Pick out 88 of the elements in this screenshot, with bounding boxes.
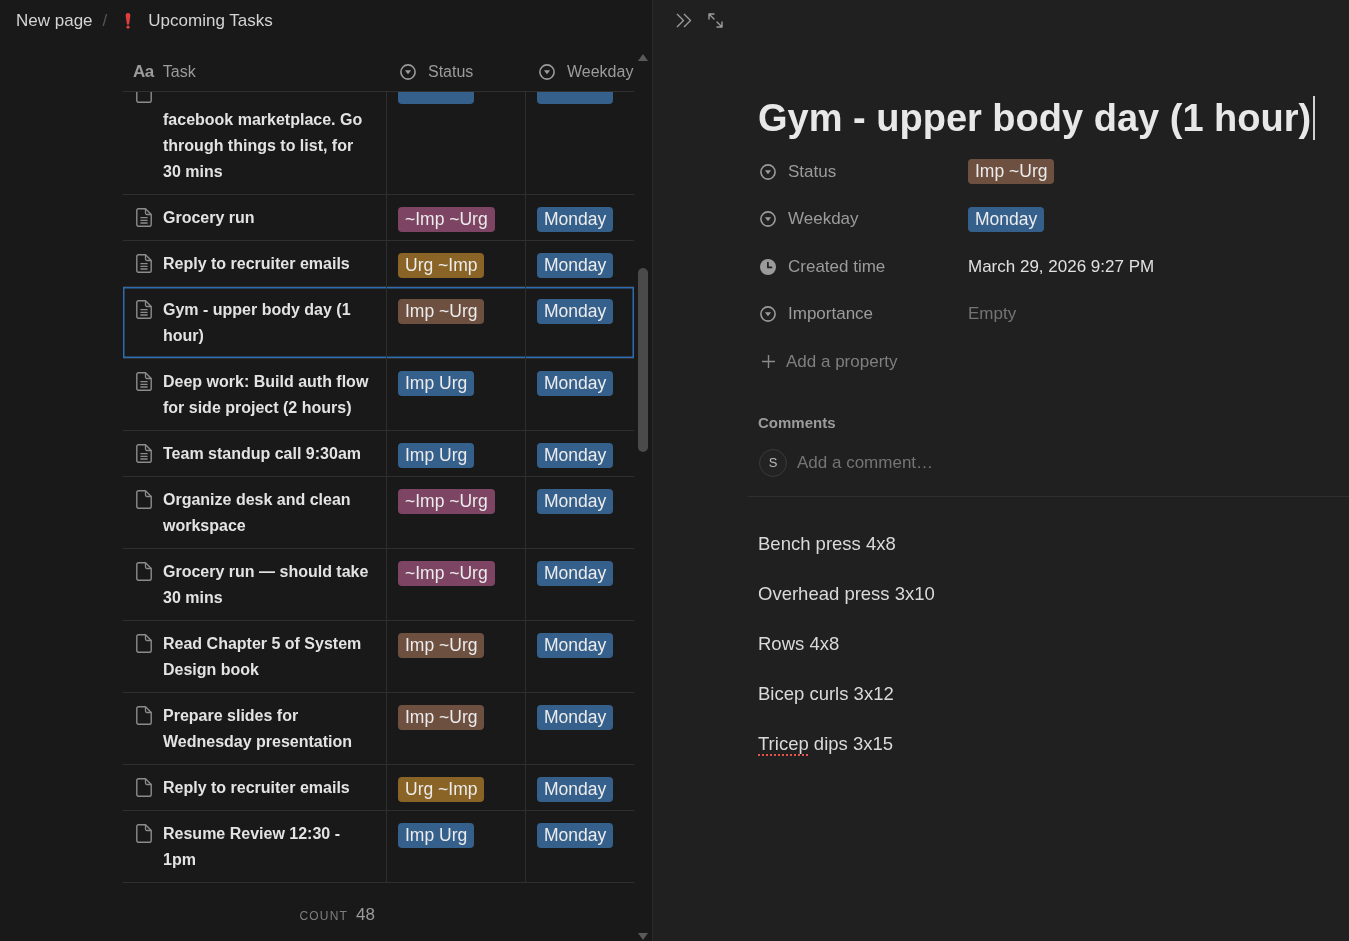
scrollbar-thumb[interactable] xyxy=(638,268,648,452)
dropdown-circle-icon xyxy=(760,306,776,323)
body-paragraph: Overhead press 3x10 xyxy=(758,581,935,606)
triangle-down-icon[interactable] xyxy=(638,933,648,940)
collapse-button[interactable] xyxy=(676,12,692,28)
weekday-tag: Monday xyxy=(537,633,614,658)
status-tag: Imp ~Urg xyxy=(398,705,485,730)
table-row[interactable]: facebook marketplace. Go through things to list, for 30 mins xyxy=(123,92,634,195)
table-row[interactable]: Gym - upper body day (1 hour) Imp ~Urg Monday xyxy=(123,287,634,359)
table-row[interactable]: Prepare slides for Wednesday presentation Imp ~Urg Monday xyxy=(123,693,634,765)
breadcrumb-separator: / xyxy=(102,10,108,31)
task-title: Organize desk and clean workspace xyxy=(163,490,352,536)
table-row[interactable]: Grocery run — should take 30 mins ~Imp ~Urg Monday xyxy=(123,549,634,621)
property-label[interactable]: Status xyxy=(788,161,837,182)
property-tag: Imp ~Urg xyxy=(968,159,1055,185)
weekday-tag: Monday xyxy=(537,705,614,730)
property-label[interactable]: Weekday xyxy=(788,209,859,230)
status-tag: ~Imp ~Urg xyxy=(398,207,495,232)
weekday-tag: Monday xyxy=(537,253,614,278)
task-title: Team standup call 9:30am xyxy=(163,444,362,464)
weekday-tag: Monday xyxy=(537,299,614,324)
task-title: Gym - upper body day (1 hour) xyxy=(163,300,352,346)
status-tag: Imp Urg xyxy=(398,823,475,848)
task-title: Grocery run — should take 30 mins xyxy=(163,562,370,608)
exclamation-icon xyxy=(125,12,132,29)
task-title: Grocery run xyxy=(163,208,256,228)
weekday-tag: Monday xyxy=(537,823,614,848)
column-header[interactable]: Aa Task xyxy=(123,52,387,91)
body-paragraph: Rows 4x8 xyxy=(758,631,840,656)
weekday-tag: Monday xyxy=(537,207,614,232)
dropdown-circle-icon xyxy=(760,163,776,180)
triangle-up-icon[interactable] xyxy=(638,54,648,61)
property-label[interactable]: Created time xyxy=(788,256,886,277)
body-paragraph: Tricep dips 3x15 xyxy=(758,731,894,756)
body-paragraph: Bicep curls 3x12 xyxy=(758,681,894,706)
property-label[interactable]: Importance xyxy=(788,304,874,325)
weekday-tag: Monday xyxy=(537,489,614,514)
column-header[interactable]: Weekday xyxy=(526,52,634,91)
status-tag: Urg ~Imp xyxy=(398,253,485,278)
weekday-tag: Monday xyxy=(537,371,614,396)
task-title: Deep work: Build auth flow for side project (2 hours) xyxy=(163,372,370,418)
task-title: Resume Review 12:30 - 1pm xyxy=(163,824,341,870)
property-tag: Monday xyxy=(968,206,1045,232)
breadcrumb-link[interactable]: Upcoming Tasks xyxy=(125,10,273,31)
avatar: S xyxy=(759,448,787,477)
task-title: Read Chapter 5 of System Design book xyxy=(163,634,363,680)
body-paragraph: Bench press 4x8 xyxy=(758,531,896,556)
weekday-tag: Monday xyxy=(537,443,614,468)
weekday-tag: Monday xyxy=(537,777,614,802)
dropdown-circle-icon xyxy=(760,211,776,228)
status-tag: Imp Urg xyxy=(398,443,475,468)
comment-field[interactable]: Add a comment… xyxy=(797,449,1157,476)
type-glyph: Aa xyxy=(133,61,154,82)
dropdown-circle-icon xyxy=(400,63,416,80)
property-value-field[interactable]: Empty xyxy=(968,302,1128,327)
table-row[interactable]: Resume Review 12:30 - 1pm Imp Urg Monday xyxy=(123,811,634,883)
expand-button[interactable] xyxy=(708,12,723,28)
clock-icon xyxy=(760,258,776,275)
table-row[interactable]: Deep work: Build auth flow for side project (2 hours) Imp Urg Monday xyxy=(123,359,634,431)
status-tag: Urg ~Imp xyxy=(398,777,485,802)
status-tag: ~Imp ~Urg xyxy=(398,489,495,514)
weekday-tag: Monday xyxy=(537,561,614,586)
table-row[interactable]: Reply to recruiter emails Urg ~Imp Monday xyxy=(123,241,634,287)
double-chevron-icon xyxy=(676,12,692,28)
table-row[interactable]: Read Chapter 5 of System Design book Imp ~Urg Monday xyxy=(123,621,634,693)
table-row[interactable]: Organize desk and clean workspace ~Imp ~Urg Monday xyxy=(123,477,634,549)
status-tag: Imp ~Urg xyxy=(398,299,485,324)
status-tag: ~Imp ~Urg xyxy=(398,561,495,586)
count-value: 48 xyxy=(356,905,375,925)
table-row[interactable]: Team standup call 9:30am Imp Urg Monday xyxy=(123,431,634,477)
status-tag: Imp ~Urg xyxy=(398,633,485,658)
task-title: Reply to recruiter emails xyxy=(163,778,351,798)
table-row[interactable]: Reply to recruiter emails Urg ~Imp Monday xyxy=(123,765,634,811)
column-header[interactable]: Status xyxy=(387,52,526,91)
comments-heading: Comments xyxy=(758,412,836,433)
task-title: Prepare slides for Wednesday presentation xyxy=(163,706,354,752)
property-value: March 29, 2026 9:27 PM xyxy=(968,256,1155,276)
breadcrumb-link[interactable]: New page xyxy=(16,10,93,31)
page-title: Gym - upper body day (1 hour) xyxy=(758,96,1312,141)
add-property-button[interactable]: Add a property xyxy=(758,338,898,386)
task-title: facebook marketplace. Go through things to list, for 30 mins xyxy=(163,110,364,182)
task-title: Reply to recruiter emails xyxy=(163,254,351,274)
table-row[interactable]: Grocery run ~Imp ~Urg Monday xyxy=(123,195,634,241)
status-tag: Imp Urg xyxy=(398,371,475,396)
expand-arrows-icon xyxy=(708,12,723,28)
count-label: COUNT xyxy=(299,909,349,923)
plus-icon xyxy=(762,355,775,369)
dropdown-circle-icon xyxy=(539,63,555,80)
